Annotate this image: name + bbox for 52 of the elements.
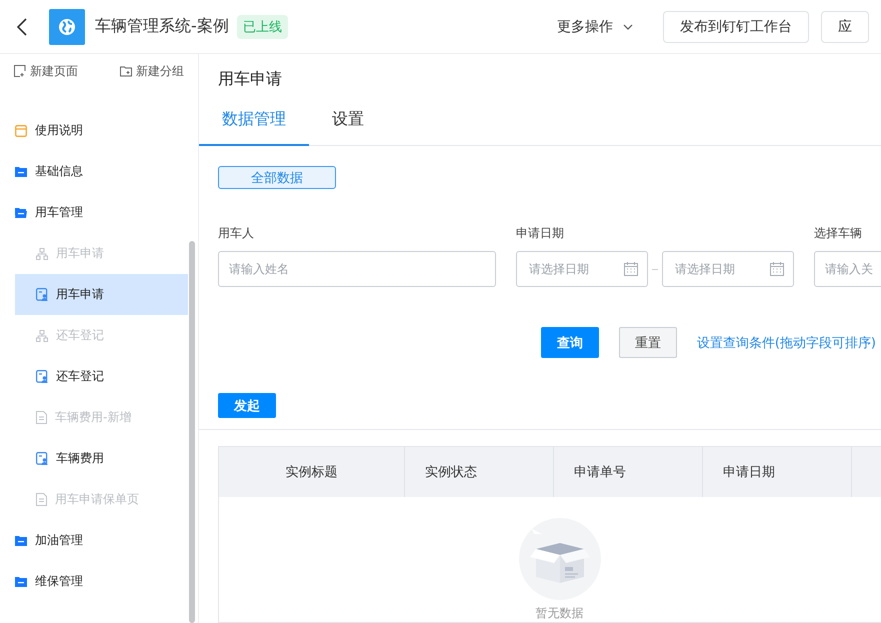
form-user-icon	[36, 370, 48, 383]
query-settings-link[interactable]: 设置查询条件(拖动字段可排序)	[696, 334, 876, 352]
status-badge: 已上线	[236, 14, 288, 38]
document-icon	[36, 411, 47, 424]
more-actions-dropdown[interactable]: 更多操作	[551, 16, 639, 36]
window-icon	[15, 124, 27, 136]
sidebar-item[interactable]: 车辆费用	[15, 438, 188, 479]
folder-icon	[15, 207, 27, 218]
form-user-icon	[36, 288, 48, 301]
document-icon	[36, 493, 47, 506]
sidebar-item[interactable]: 还车登记	[15, 356, 188, 397]
sidebar-item[interactable]: 用车申请	[15, 274, 188, 315]
date-field[interactable]: 请选择日期	[516, 251, 648, 288]
page-title: 用车申请	[217, 68, 283, 90]
chevron-down-icon	[623, 24, 633, 30]
tab[interactable]: 设置	[309, 95, 387, 146]
tab[interactable]: 数据管理	[199, 95, 309, 146]
field-label: 申请日期	[516, 225, 565, 242]
column-header: 申请日期	[702, 447, 851, 497]
field-label: 用车人	[218, 225, 255, 242]
reset-button[interactable]: 重置	[618, 327, 677, 358]
calendar-icon	[624, 262, 638, 276]
new-page-button[interactable]: 新建页面	[14, 62, 78, 80]
folder-plus-icon	[120, 65, 132, 77]
sidebar-item[interactable]: 维保管理	[15, 561, 188, 602]
hierarchy-icon	[36, 248, 48, 260]
column-header: 实例标题	[284, 464, 338, 482]
text-field[interactable]: 请输入关	[814, 251, 881, 288]
back-icon	[16, 16, 28, 36]
date-field[interactable]: 请选择日期	[662, 251, 794, 288]
app-title: 车辆管理系统-案例	[95, 16, 229, 37]
column-header: 实例状态	[404, 447, 553, 497]
column-header: 申请单号	[553, 447, 702, 497]
header-button[interactable]: 发布到钉钉工作台	[663, 10, 809, 42]
folder-icon	[15, 166, 27, 177]
empty-text: 暂无数据	[536, 605, 584, 622]
app-logo	[49, 8, 85, 44]
calendar-icon	[770, 262, 784, 276]
field-label: 选择车辆	[814, 225, 863, 242]
folder-icon	[15, 535, 27, 546]
page-plus-icon	[14, 65, 26, 77]
form-user-icon	[36, 452, 48, 465]
sidebar-item[interactable]: 用车管理	[15, 192, 188, 233]
new-group-button[interactable]: 新建分组	[120, 62, 184, 80]
folder-icon	[15, 576, 27, 587]
hierarchy-icon	[36, 330, 48, 342]
header-button[interactable]: 应	[821, 10, 869, 42]
sidebar-item[interactable]: 加油管理	[15, 520, 188, 561]
scrollbar[interactable]	[189, 241, 195, 623]
sidebar-item[interactable]: 基础信息	[15, 151, 188, 192]
sidebar-item[interactable]: 使用说明	[15, 110, 188, 151]
text-field[interactable]: 请输入姓名	[218, 251, 496, 288]
